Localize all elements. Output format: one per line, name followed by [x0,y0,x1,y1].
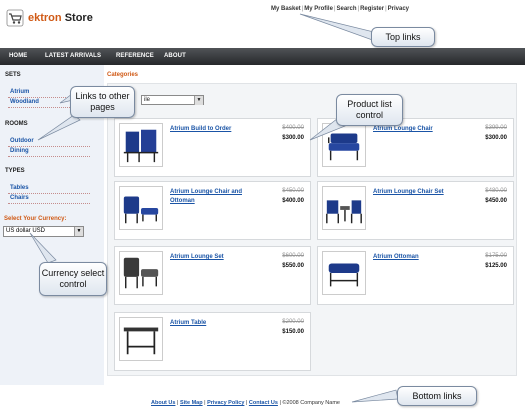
sort-value: ile [144,97,151,103]
logo-text: ektron Store [28,12,93,24]
copyright: ©2008 Company Name [282,400,340,406]
shopping-cart-icon [6,9,24,27]
chair-ottoman-icon[interactable] [119,186,163,230]
ottoman-icon[interactable] [322,251,366,295]
rooms-heading: ROOMS [5,121,28,127]
sale-price: $400.00 [282,198,304,204]
original-price: $175.00 [485,253,507,259]
product-card: Atrium Build to Order $400.00 $300.00 [114,118,311,177]
store-logo[interactable]: ektron Store [6,7,93,29]
main-nav: HOME LATEST ARRIVALS REFERENCE ABOUT [0,48,525,65]
sidebar-item-dining[interactable]: Dining [10,148,29,154]
original-price: $450.00 [282,188,304,194]
sidebar-item-tables[interactable]: Tables [10,185,29,191]
sale-price: $300.00 [485,135,507,141]
privacy-link[interactable]: Privacy [388,6,409,12]
callout-links-other-pages: Links to other pages [70,86,135,118]
sale-price: $125.00 [485,263,507,269]
about-us-link[interactable]: About Us [151,400,175,406]
sale-price: $300.00 [282,135,304,141]
sale-price: $450.00 [485,198,507,204]
divider [8,203,90,204]
types-heading: TYPES [5,168,25,174]
callout-bottom-links: Bottom links [397,386,477,406]
divider [8,156,90,157]
privacy-policy-link[interactable]: Privacy Policy [207,400,244,406]
sidebar-item-atrium[interactable]: Atrium [10,89,29,95]
original-price: $480.00 [485,188,507,194]
lounge-chair-icon[interactable] [322,123,366,167]
lounge-set-icon[interactable] [119,251,163,295]
table-icon[interactable] [119,317,163,361]
product-card: Atrium Table $200.00 $150.00 [114,312,311,371]
sidebar-item-chairs[interactable]: Chairs [10,195,29,201]
my-profile-link[interactable]: My Profile [304,6,333,12]
chevron-down-icon: ▼ [194,96,203,105]
divider [8,193,90,194]
sale-price: $150.00 [282,329,304,335]
sale-price: $550.00 [282,263,304,269]
top-links: My Basket|My Profile|Search|Register|Pri… [271,6,410,12]
currency-label: Select Your Currency: [4,216,67,222]
product-name-link[interactable]: Atrium Lounge Chair Set [373,188,463,197]
footer-links: About Us | Site Map | Privacy Policy | C… [151,400,340,406]
product-name-link[interactable]: Atrium Table [170,319,260,328]
sidebar-item-woodland[interactable]: Woodland [10,99,39,105]
contact-us-link[interactable]: Contact Us [249,400,278,406]
callout-top-links: Top links [371,27,435,47]
currency-value: US dollar USD [6,228,46,234]
nav-latest-arrivals[interactable]: LATEST ARRIVALS [45,53,101,59]
product-card: Atrium Lounge Chair $399.00 $300.00 [317,118,514,177]
callout-product-list: Product list control [336,94,403,126]
nav-about[interactable]: ABOUT [164,53,186,59]
product-card: Atrium Lounge Set $600.00 $550.00 [114,246,311,305]
original-price: $400.00 [282,125,304,131]
nav-home[interactable]: HOME [9,53,27,59]
callout-currency-select: Currency select control [39,262,107,296]
search-link[interactable]: Search [337,6,357,12]
product-name-link[interactable]: Atrium Ottoman [373,253,463,262]
chair-set-icon[interactable] [322,186,366,230]
sidebar-item-outdoor[interactable]: Outdoor [10,138,34,144]
divider [8,146,90,147]
chair-set-icon[interactable] [119,123,163,167]
chevron-down-icon: ▼ [74,227,83,236]
sets-heading: SETS [5,72,21,78]
product-name-link[interactable]: Atrium Lounge Chair [373,125,463,134]
product-name-link[interactable]: Atrium Build to Order [170,125,260,134]
original-price: $399.00 [485,125,507,131]
nav-reference[interactable]: REFERENCE [116,53,154,59]
original-price: $600.00 [282,253,304,259]
register-link[interactable]: Register [360,6,384,12]
product-card: Atrium Ottoman $175.00 $125.00 [317,246,514,305]
categories-label: Categories [107,72,139,78]
product-name-link[interactable]: Atrium Lounge Set [170,253,260,262]
product-card: Atrium Lounge Chair and Ottoman $450.00 … [114,181,311,240]
my-basket-link[interactable]: My Basket [271,6,301,12]
currency-select[interactable]: US dollar USD ▼ [3,226,84,237]
product-card: Atrium Lounge Chair Set $480.00 $450.00 [317,181,514,240]
original-price: $200.00 [282,319,304,325]
sort-select[interactable]: ile ▼ [141,95,204,105]
product-name-link[interactable]: Atrium Lounge Chair and Ottoman [170,188,260,206]
site-map-link[interactable]: Site Map [180,400,203,406]
